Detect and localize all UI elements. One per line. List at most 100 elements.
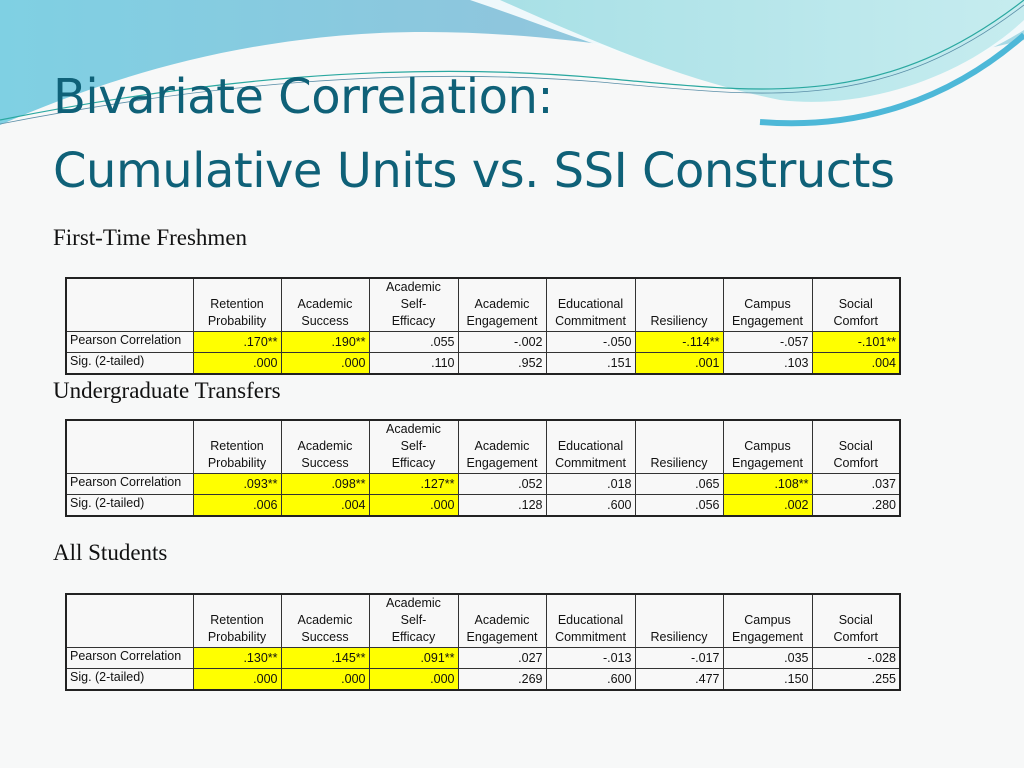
column-header-line: Academic [297,439,353,453]
table-cell: -.101** [811,331,901,353]
column-header-line: Campus [744,297,791,311]
column-header: Retention Probability [192,278,282,332]
table-cell: .000 [368,668,459,691]
section-label-undergraduate-transfers: Undergraduate Transfers [53,378,281,403]
table-cell: .150 [722,668,813,691]
table-cell: .056 [634,494,724,517]
column-header-line: Engagement [732,456,803,470]
table-row-sig: Sig. (2-tailed) .006.004.000.128.600.056.… [65,494,901,517]
column-header: Social Comfort [811,420,901,474]
column-header-line: Probability [207,456,267,470]
column-header: Resiliency [634,278,724,332]
column-header-line: Academic [474,297,530,311]
table-cell: .952 [457,352,547,375]
column-header-line: Academic Self- [386,280,441,311]
column-header: Academic Success [280,420,370,474]
row-label: Sig. (2-tailed) [65,352,194,375]
column-header-line: Retention [210,613,264,627]
column-header: Educational Commitment [545,278,636,332]
column-header: Academic Success [280,278,370,332]
column-header: Campus Engagement [722,420,813,474]
table-cell: .098** [280,473,370,495]
table-cell: -.114** [634,331,724,353]
table-cell: .006 [192,494,282,517]
table-cell: .477 [634,668,724,691]
header-row: Retention Probability Academic Success Acade… [65,594,901,648]
table-cell: .103 [722,352,813,375]
column-header-line: Educational [557,297,624,311]
table-cell: .004 [811,352,901,375]
table-cell: .108** [722,473,813,495]
column-header-line: Academic [297,613,353,627]
column-header-line: Engagement [466,314,538,328]
column-header: Academic Self- Efficacy [368,594,459,648]
column-header: Social Comfort [811,278,901,332]
row-label: Sig. (2-tailed) [65,668,194,691]
table-cell: .000 [280,668,370,691]
column-header: Academic Self- Efficacy [368,420,459,474]
column-header-line: Efficacy [391,314,436,328]
column-header: Campus Engagement [722,278,813,332]
table-cell: .269 [457,668,547,691]
column-header-line: Efficacy [391,456,436,470]
correlation-table-first-time-freshmen: Retention Probability Academic Success Acade… [65,277,901,375]
column-header-line: Engagement [732,630,803,644]
table-cell: .000 [192,668,282,691]
column-header-line: Educational [557,439,624,453]
column-header-line: Academic [474,613,530,627]
table-cell: .145** [280,647,370,669]
table-cell: .170** [192,331,282,353]
column-header-line: Academic [297,297,353,311]
table-row-pearson: Pearson Correlation .093** .098** .127** .05… [65,473,901,495]
table-cell: .000 [192,352,282,375]
column-header-line: Educational [557,613,624,627]
table-cell: .004 [280,494,370,517]
header-row: Retention Probability Academic Success Acade… [65,278,901,332]
column-header-line: Probability [207,630,267,644]
table-cell: .110 [368,352,459,375]
table-cell: .037 [811,473,901,495]
corner-cell [65,278,194,332]
column-header: Academic Success [280,594,370,648]
column-header-line: Campus [744,613,791,627]
title-line-2: Cumulative Units vs. SSI Constructs [53,143,895,199]
column-header: Educational Commitment [545,594,636,648]
column-header-line: Commitment [555,314,626,328]
column-header-line: Efficacy [391,630,436,644]
table-row-sig: Sig. (2-tailed) .000.000.110.952.151.001.… [65,352,901,375]
column-header-line: Academic Self- [386,596,441,627]
table-cell: .600 [545,494,636,517]
column-header-line: Engagement [732,314,803,328]
header-row: Retention Probability Academic Success Acade… [65,420,901,474]
column-header: Academic Engagement [457,594,547,648]
column-header-line: Campus [744,439,791,453]
column-header: Resiliency [634,420,724,474]
table-cell: .151 [545,352,636,375]
column-header-line: Success [301,314,349,328]
table-cell: .255 [811,668,901,691]
column-header-line: Probability [207,314,267,328]
column-header-line: Success [301,630,349,644]
table-cell: .055 [368,331,459,353]
column-header: Resiliency [634,594,724,648]
column-header: Retention Probability [192,420,282,474]
correlation-table-undergraduate-transfers: Retention Probability Academic Success Acade… [65,419,901,517]
table-row-sig: Sig. (2-tailed) .000.000.000.269.600.477.… [65,668,901,691]
corner-cell [65,420,194,474]
table-cell: .035 [722,647,813,669]
table-cell: .018 [545,473,636,495]
column-header-line: Success [301,456,349,470]
table-row-pearson: Pearson Correlation .170** .190** .055 -.002… [65,331,901,353]
table-cell: -.050 [545,331,636,353]
column-header: Academic Engagement [457,278,547,332]
column-header: Campus Engagement [722,594,813,648]
table-cell: .001 [634,352,724,375]
table-cell: .000 [280,352,370,375]
row-label: Pearson Correlation [65,647,194,669]
table-cell: .130** [192,647,282,669]
table-cell: -.013 [545,647,636,669]
table-cell: .128 [457,494,547,517]
column-header-line: Commitment [555,456,626,470]
table-cell: -.057 [722,331,813,353]
table-cell: .000 [368,494,459,517]
